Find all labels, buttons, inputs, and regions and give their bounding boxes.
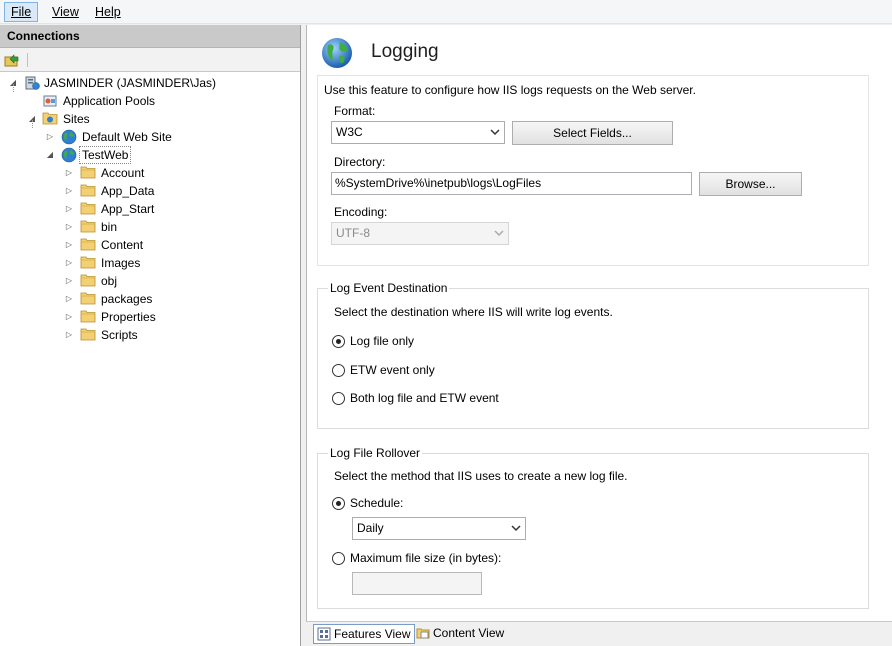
menu-bar: File View Help bbox=[0, 0, 892, 24]
tree-guide-line bbox=[13, 84, 14, 92]
folder-icon bbox=[80, 327, 96, 346]
collapsed-arrow-icon[interactable]: ▷ bbox=[64, 326, 74, 344]
collapsed-arrow-icon[interactable]: ▷ bbox=[64, 272, 74, 290]
tree-node-label: Application Pools bbox=[63, 94, 156, 108]
max-file-size-input[interactable] bbox=[352, 572, 482, 595]
connections-header: Connections bbox=[0, 25, 300, 48]
tree-node-default-web-site[interactable]: ▷ Default Web Site bbox=[0, 128, 300, 146]
radio-log-file-only-label[interactable]: Log file only bbox=[350, 334, 414, 348]
menu-file[interactable]: File bbox=[4, 2, 39, 22]
radio-schedule[interactable] bbox=[332, 497, 345, 510]
connections-pane: Connections ◢ JASMINDER (JASMINDER\Jas) Ap… bbox=[0, 25, 301, 646]
schedule-select-value: Daily bbox=[357, 521, 384, 535]
tree-node-label: App_Start bbox=[101, 202, 155, 216]
tree-node-folder[interactable]: ▷ Content bbox=[0, 236, 300, 254]
log-file-rollover-description: Select the method that IIS uses to creat… bbox=[334, 469, 628, 483]
radio-schedule-label[interactable]: Schedule: bbox=[350, 496, 403, 510]
menu-help[interactable]: Help bbox=[88, 2, 128, 22]
log-event-destination-description: Select the destination where IIS will wr… bbox=[334, 305, 613, 319]
tree-node-folder[interactable]: ▷ Scripts bbox=[0, 326, 300, 344]
radio-both[interactable] bbox=[332, 392, 345, 405]
tab-content-view[interactable]: Content View bbox=[413, 624, 508, 644]
tree-node-server[interactable]: ◢ JASMINDER (JASMINDER\Jas) bbox=[0, 74, 300, 92]
tree-node-label: Sites bbox=[63, 112, 90, 126]
tree-node-label: Properties bbox=[101, 310, 156, 324]
radio-etw-event-only[interactable] bbox=[332, 364, 345, 377]
tree-node-label: Images bbox=[101, 256, 141, 270]
content-view-icon bbox=[416, 626, 431, 645]
general-settings-frame bbox=[317, 75, 869, 266]
collapsed-arrow-icon[interactable]: ▷ bbox=[64, 218, 74, 236]
collapsed-arrow-icon[interactable]: ▷ bbox=[64, 290, 74, 308]
tree-node-folder[interactable]: ▷ obj bbox=[0, 272, 300, 290]
collapsed-arrow-icon[interactable]: ▷ bbox=[64, 200, 74, 218]
tree-node-testweb[interactable]: ◢ TestWeb bbox=[0, 146, 300, 164]
log-file-rollover-group: Log File Rollover Select the method that… bbox=[317, 446, 869, 609]
tree-node-label: TestWeb bbox=[79, 146, 132, 164]
tree-node-folder[interactable]: ▷ App_Data bbox=[0, 182, 300, 200]
tree-node-folder[interactable]: ▷ packages bbox=[0, 290, 300, 308]
tree-node-folder[interactable]: ▷ Properties bbox=[0, 308, 300, 326]
radio-log-file-only[interactable] bbox=[332, 335, 345, 348]
tree-node-label: App_Data bbox=[101, 184, 155, 198]
tree-node-folder[interactable]: ▷ Account bbox=[0, 164, 300, 182]
tree-node-label: Account bbox=[101, 166, 145, 180]
collapsed-arrow-icon[interactable]: ▷ bbox=[64, 308, 74, 326]
globe-icon bbox=[320, 36, 354, 73]
log-file-rollover-title: Log File Rollover bbox=[328, 446, 423, 460]
log-event-destination-group: Log Event Destination Select the destina… bbox=[317, 281, 869, 429]
page-title: Logging bbox=[371, 41, 439, 62]
tree-node-label: Scripts bbox=[101, 328, 138, 342]
tree-node-folder[interactable]: ▷ Images bbox=[0, 254, 300, 272]
tree-node-label: obj bbox=[101, 274, 118, 288]
connect-icon[interactable] bbox=[4, 52, 20, 71]
radio-etw-event-only-label[interactable]: ETW event only bbox=[350, 363, 435, 377]
tree-node-label: Content bbox=[101, 238, 144, 252]
radio-max-file-size-label[interactable]: Maximum file size (in bytes): bbox=[350, 551, 501, 565]
tree-node-label: JASMINDER (JASMINDER\Jas) bbox=[44, 76, 217, 90]
tab-features-view[interactable]: Features View bbox=[313, 624, 416, 646]
features-view-icon bbox=[317, 627, 331, 646]
log-event-destination-title: Log Event Destination bbox=[328, 281, 450, 295]
tree-guide-line bbox=[32, 120, 33, 128]
tree-node-folder[interactable]: ▷ App_Start bbox=[0, 200, 300, 218]
collapsed-arrow-icon[interactable]: ▷ bbox=[64, 164, 74, 182]
expanded-arrow-icon[interactable]: ◢ bbox=[45, 146, 55, 164]
schedule-select[interactable]: Daily bbox=[352, 517, 526, 540]
tree-node-label: packages bbox=[101, 292, 153, 306]
chevron-down-icon bbox=[511, 518, 521, 539]
feature-pane: Logging Use this feature to configure ho… bbox=[306, 25, 892, 621]
connections-toolbar bbox=[0, 48, 300, 72]
collapsed-arrow-icon[interactable]: ▷ bbox=[64, 254, 74, 272]
view-tab-bar: Features View Content View bbox=[306, 621, 892, 646]
tab-features-view-label: Features View bbox=[334, 627, 411, 641]
menu-view[interactable]: View bbox=[45, 2, 86, 22]
tree-node-folder[interactable]: ▷ bin bbox=[0, 218, 300, 236]
collapsed-arrow-icon[interactable]: ▷ bbox=[45, 128, 55, 146]
radio-both-label[interactable]: Both log file and ETW event bbox=[350, 391, 499, 405]
tree-node-application-pools[interactable]: Application Pools bbox=[0, 92, 300, 110]
tree-node-sites[interactable]: ◢ Sites bbox=[0, 110, 300, 128]
radio-max-file-size[interactable] bbox=[332, 552, 345, 565]
tab-content-view-label: Content View bbox=[433, 626, 505, 640]
tree-node-label: Default Web Site bbox=[82, 130, 172, 144]
collapsed-arrow-icon[interactable]: ▷ bbox=[64, 236, 74, 254]
toolbar-separator bbox=[27, 53, 28, 67]
tree-node-label: bin bbox=[101, 220, 118, 234]
collapsed-arrow-icon[interactable]: ▷ bbox=[64, 182, 74, 200]
